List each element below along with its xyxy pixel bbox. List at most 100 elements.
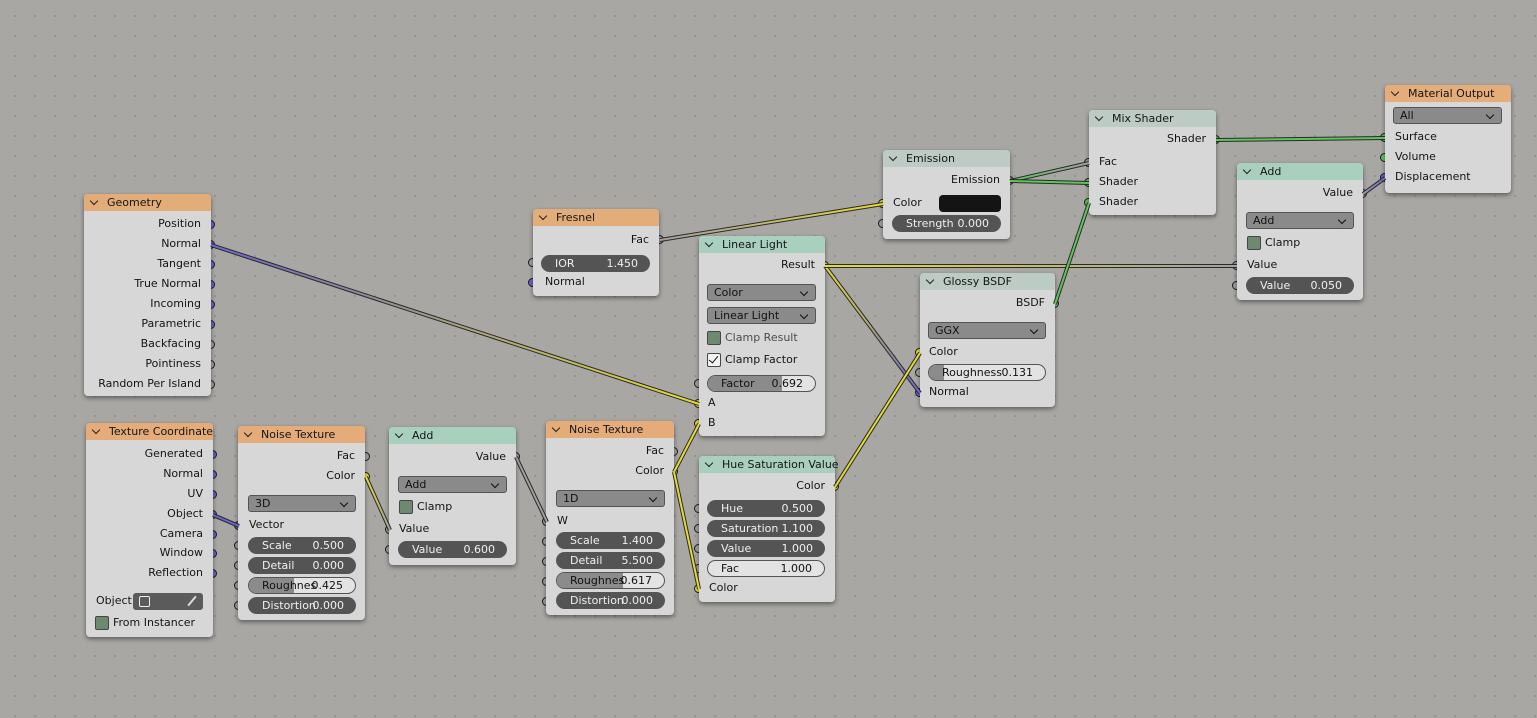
linear-light-header[interactable]: Linear Light	[699, 236, 825, 253]
roughness-slider[interactable]: Roughnes 0.425	[248, 577, 356, 594]
noise-texture-header[interactable]: Noise Texture	[238, 426, 365, 443]
output-uv: UV	[187, 487, 203, 500]
collapse-chevron-icon[interactable]	[706, 242, 712, 248]
distortion-field[interactable]: Distortion 0.000	[556, 592, 665, 609]
emission-node[interactable]: Emission Emission Color Strength 0.000	[883, 150, 1010, 239]
clamp-checkbox[interactable]: Clamp	[1247, 235, 1300, 251]
node-title: Add	[1260, 165, 1282, 178]
collapse-chevron-icon[interactable]	[706, 462, 712, 468]
checkmark-icon[interactable]	[707, 353, 721, 367]
field-value: 0.000	[957, 217, 990, 230]
texture-coordinate-header[interactable]: Texture Coordinate	[86, 423, 213, 440]
hue-saturation-value-header[interactable]: Hue Saturation Value	[699, 456, 839, 473]
glossy-bsdf-node[interactable]: Glossy BSDF BSDF GGX Color Roughness 0.13…	[920, 273, 1055, 407]
factor-slider[interactable]: Factor 0.692	[707, 375, 816, 392]
collapse-chevron-icon[interactable]	[540, 215, 546, 221]
scale-field[interactable]: Scale 0.500	[248, 537, 356, 554]
detail-field[interactable]: Detail 5.500	[556, 552, 665, 569]
value-field[interactable]: Value 0.600	[398, 541, 507, 558]
clamp-factor-checkbox[interactable]: Clamp Factor	[707, 352, 797, 368]
output-color: Color	[796, 479, 825, 492]
collapse-chevron-icon[interactable]	[93, 429, 99, 435]
link-emission-to-mix-fac	[1009, 162, 1090, 182]
glossy-bsdf-header[interactable]: Glossy BSDF	[920, 273, 1055, 290]
output-window: Window	[159, 546, 203, 559]
collapse-chevron-icon[interactable]	[553, 427, 559, 433]
noise-texture-header[interactable]: Noise Texture	[546, 421, 674, 438]
emission-header[interactable]: Emission	[883, 150, 1010, 167]
eyedropper-icon[interactable]	[187, 595, 197, 607]
collapse-chevron-icon[interactable]	[1392, 91, 1398, 97]
emission-color-swatch[interactable]	[939, 195, 1001, 212]
dimension-dropdown[interactable]: 1D	[556, 490, 665, 507]
field-label: Detail	[262, 559, 295, 572]
math-add-node-1[interactable]: Add Value Add Clamp Value Value 0.600	[389, 427, 516, 565]
scale-field[interactable]: Scale 1.400	[556, 532, 665, 549]
object-cube-icon	[139, 596, 150, 607]
checkbox-box[interactable]	[1247, 236, 1261, 250]
collapse-chevron-icon[interactable]	[927, 279, 933, 285]
fac-slider[interactable]: Fac 1.000	[707, 560, 825, 577]
mix-shader-header[interactable]: Mix Shader	[1089, 110, 1216, 127]
distortion-field[interactable]: Distortion 0.000	[248, 597, 356, 614]
texture-coordinate-node[interactable]: Texture Coordinate Generated Normal UV O…	[86, 423, 213, 637]
operation-dropdown[interactable]: Add	[1246, 212, 1354, 229]
hue-saturation-value-node[interactable]: Hue Saturation Value Color Hue 0.500 Satu…	[699, 456, 839, 602]
collapse-chevron-icon[interactable]	[91, 200, 97, 206]
roughness-slider[interactable]: Roughnes 0.617	[556, 572, 665, 589]
operation-dropdown[interactable]: Add	[398, 476, 507, 493]
hue-field[interactable]: Hue 0.500	[707, 500, 825, 517]
collapse-chevron-icon[interactable]	[245, 432, 251, 438]
detail-field[interactable]: Detail 0.000	[248, 557, 356, 574]
value-field[interactable]: Value 0.050	[1246, 277, 1354, 294]
dimension-dropdown[interactable]: 3D	[248, 495, 356, 512]
distribution-value: GGX	[935, 324, 960, 337]
field-value: 0.000	[621, 594, 654, 607]
material-output-header[interactable]: Material Output	[1385, 85, 1511, 102]
target-dropdown[interactable]: All	[1393, 107, 1502, 124]
input-displacement: Displacement	[1395, 170, 1471, 183]
fresnel-header[interactable]: Fresnel	[533, 209, 659, 226]
field-label: Value	[1260, 279, 1291, 292]
checkbox-box[interactable]	[399, 500, 413, 514]
value-field[interactable]: Value 1.000	[707, 540, 825, 557]
clamp-checkbox[interactable]: Clamp	[399, 499, 452, 515]
blend-mode-dropdown[interactable]: Linear Light	[707, 307, 816, 324]
field-label: Roughnes	[262, 579, 317, 592]
roughness-slider[interactable]: Roughness 0.131	[928, 364, 1046, 381]
data-type-dropdown[interactable]: Color	[707, 284, 816, 301]
field-label: Scale	[262, 539, 292, 552]
collapse-chevron-icon[interactable]	[1096, 116, 1102, 122]
output-fac: Fac	[645, 444, 664, 457]
node-title: Glossy BSDF	[943, 275, 1012, 288]
node-title: Noise Texture	[261, 428, 336, 441]
geometry-header[interactable]: Geometry	[84, 194, 211, 211]
checkbox-box[interactable]	[95, 616, 109, 630]
field-label: Strength	[906, 217, 954, 230]
geometry-node[interactable]: Geometry Position Normal Tangent True No…	[84, 194, 211, 396]
material-output-node[interactable]: Material Output All Surface Volume Displ…	[1385, 85, 1511, 193]
noise-texture-node-2[interactable]: Noise Texture Fac Color 1D W Scale 1.400 …	[546, 421, 674, 615]
collapse-chevron-icon[interactable]	[1244, 169, 1250, 175]
fresnel-node[interactable]: Fresnel Fac IOR 1.450 Normal	[533, 209, 659, 296]
field-value: 0.500	[312, 539, 345, 552]
ior-field[interactable]: IOR 1.450	[541, 255, 650, 272]
collapse-chevron-icon[interactable]	[396, 433, 402, 439]
math-add-header[interactable]: Add	[389, 427, 516, 444]
from-instancer-checkbox[interactable]: From Instancer	[95, 615, 195, 631]
linear-light-node[interactable]: Linear Light Result Color Linear Light C…	[699, 236, 825, 436]
math-add-node-2[interactable]: Add Value Add Clamp Value Value 0.050	[1237, 163, 1363, 300]
mix-shader-node[interactable]: Mix Shader Shader Fac Shader Shader	[1089, 110, 1216, 215]
field-label: Scale	[570, 534, 600, 547]
saturation-field[interactable]: Saturation 1.100	[707, 520, 825, 537]
clamp-result-checkbox[interactable]: Clamp Result	[707, 330, 798, 346]
math-add-header[interactable]: Add	[1237, 163, 1363, 180]
checkbox-box[interactable]	[707, 331, 721, 345]
collapse-chevron-icon[interactable]	[890, 156, 896, 162]
noise-texture-node-1[interactable]: Noise Texture Fac Color 3D Vector Scale 0…	[238, 426, 365, 620]
chevron-down-icon	[1029, 325, 1039, 335]
distribution-dropdown[interactable]: GGX	[928, 322, 1046, 339]
input-volume: Volume	[1395, 150, 1436, 163]
object-picker-field[interactable]	[133, 593, 203, 610]
strength-field[interactable]: Strength 0.000	[892, 215, 1001, 232]
